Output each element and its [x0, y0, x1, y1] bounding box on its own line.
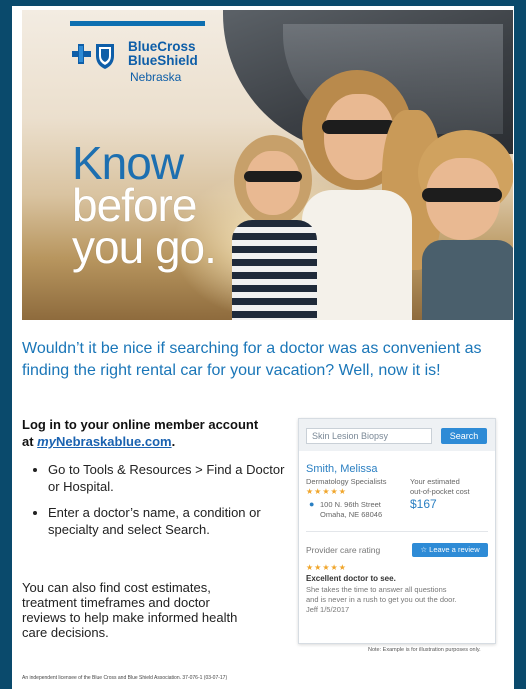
location-pin-icon: ●	[309, 499, 315, 509]
illustration-note: Note: Example is for illustration purpos…	[368, 647, 481, 653]
member-site-link[interactable]: myNebraskablue.com	[37, 434, 171, 449]
brand-state: Nebraska	[130, 70, 182, 84]
login-instruction: Log in to your online member account at …	[22, 417, 259, 449]
cost-estimate-text: You can also find cost estimates, treatm…	[22, 580, 238, 640]
steps-list: Go to Tools & Resources > Find a Doctor …	[28, 461, 293, 547]
hero-tagline: Know before you go.	[72, 137, 217, 273]
estimate-label-line1: Your estimated	[410, 477, 460, 486]
search-button[interactable]: Search	[441, 428, 487, 444]
provider-rating-label: Provider care rating	[306, 545, 381, 555]
list-item: Enter a doctor’s name, a condition or sp…	[48, 504, 293, 538]
doctor-address-line1: 100 N. 96th Street	[320, 500, 381, 509]
brand-name-line2: BlueShield	[128, 53, 198, 68]
find-doctor-mockup: Skin Lesion Biopsy Search Smith, Melissa…	[298, 418, 496, 644]
photo-person-girl	[222, 135, 332, 320]
review-title: Excellent doctor to see.	[306, 574, 396, 583]
estimated-cost: $167	[410, 497, 437, 511]
doctor-specialty: Dermatology Specialists	[306, 477, 387, 486]
doctor-name-link[interactable]: Smith, Melissa	[306, 463, 378, 475]
tagline-line2: before	[72, 179, 197, 231]
doctor-star-rating: ★★★★★	[306, 487, 347, 496]
review-body-line2: and is never in a rush to get you out th…	[306, 595, 457, 604]
hero-banner: BlueCross BlueShield Nebraska Know befor…	[22, 10, 513, 320]
headline-text: Wouldn’t it be nice if searching for a d…	[22, 340, 482, 379]
bcbs-logo: BlueCross BlueShield Nebraska	[72, 38, 252, 86]
estimate-label-line2: out-of-pocket cost	[410, 487, 470, 496]
tagline-line1: Know	[72, 137, 184, 189]
review-signature: Jeff 1/5/2017	[306, 605, 350, 614]
brand-name-line1: BlueCross	[128, 39, 196, 54]
review-body-line1: She takes the time to answer all questio…	[306, 585, 447, 594]
mockup-divider	[306, 531, 488, 532]
cross-shield-logo-icon	[72, 44, 114, 69]
doctor-address-line2: Omaha, NE 68046	[320, 510, 383, 519]
email-page: BlueCross BlueShield Nebraska Know befor…	[12, 6, 514, 689]
list-item: Go to Tools & Resources > Find a Doctor …	[48, 461, 293, 495]
tagline-line3: you go.	[72, 221, 217, 273]
leave-review-button[interactable]: ☆ Leave a review	[412, 543, 488, 557]
review-star-rating: ★★★★★	[306, 563, 347, 572]
logo-accent-bar	[70, 21, 205, 26]
photo-person-boy	[412, 130, 513, 320]
search-input[interactable]: Skin Lesion Biopsy	[306, 428, 432, 444]
legal-footer: An independent licensee of the Blue Cros…	[22, 675, 228, 681]
